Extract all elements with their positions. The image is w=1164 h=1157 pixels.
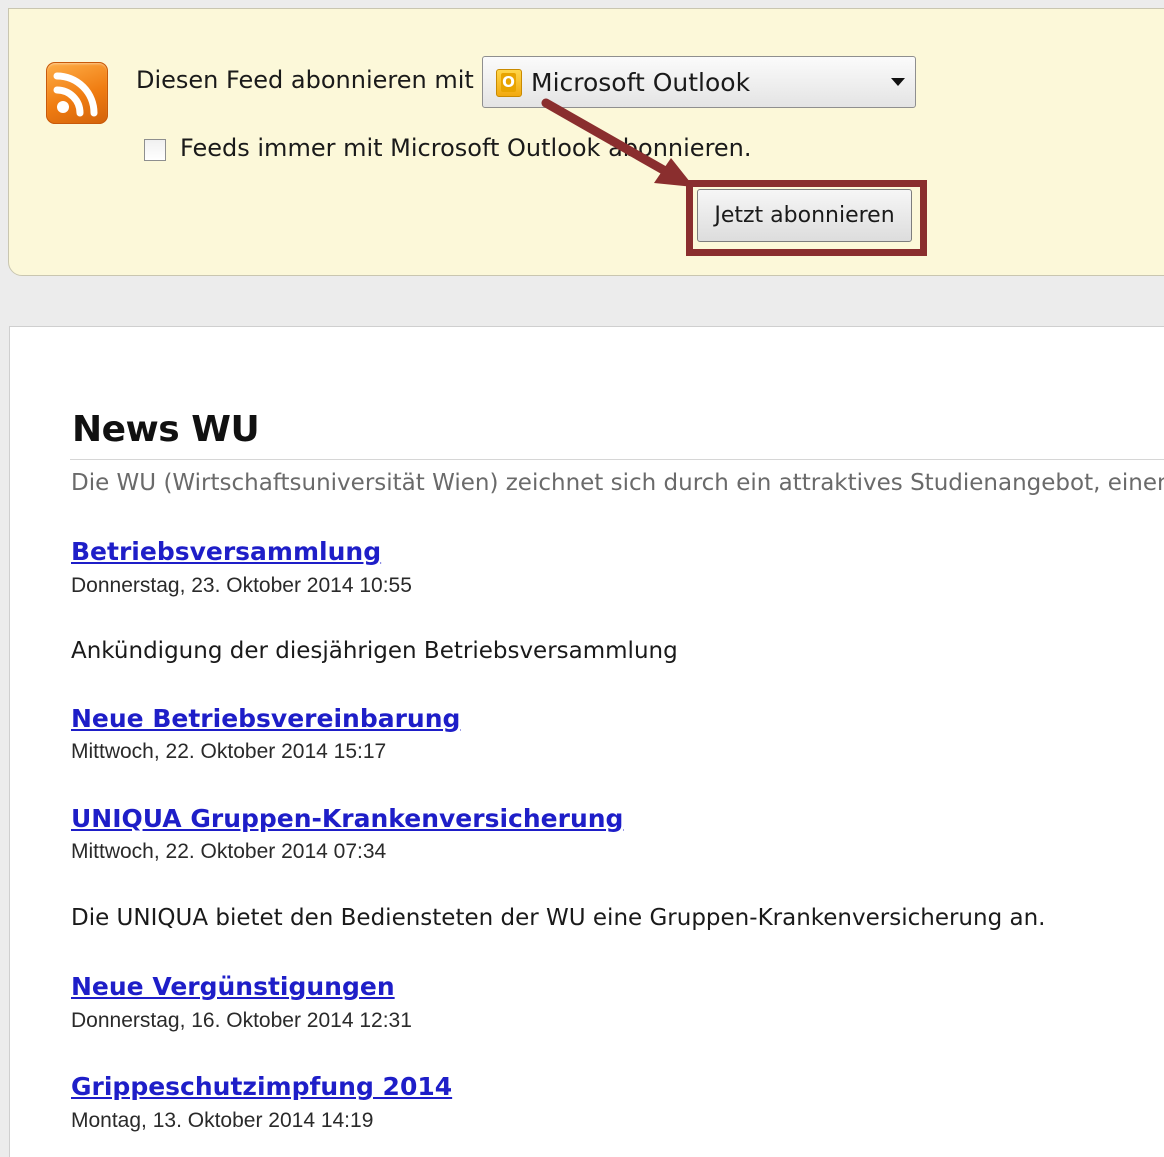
always-subscribe-checkbox[interactable]	[144, 139, 166, 161]
feed-content: News WU Die WU (Wirtschaftsuniversität W…	[9, 326, 1164, 1157]
feed-item-date: Montag, 13. Oktober 2014 14:19	[71, 1109, 374, 1132]
feed-item-date: Mittwoch, 22. Oktober 2014 07:34	[71, 840, 387, 863]
rss-icon	[46, 62, 108, 124]
feed-item-title[interactable]: UNIQUA Gruppen-Krankenversicherung	[71, 804, 623, 833]
feed-item-summary: Ankündigung der diesjährigen Betriebsver…	[71, 638, 678, 664]
divider	[70, 459, 1164, 460]
feed-item-title[interactable]: Grippeschutzimpfung 2014	[71, 1072, 452, 1101]
feed-item-title[interactable]: Betriebsversammlung	[71, 537, 381, 566]
feed-item-date: Donnerstag, 16. Oktober 2014 12:31	[71, 1009, 412, 1032]
feed-item-date: Donnerstag, 23. Oktober 2014 10:55	[71, 574, 412, 597]
annotation-highlight-box	[686, 180, 927, 256]
feed-item-summary: Die UNIQUA bietet den Bediensteten der W…	[71, 905, 1046, 931]
feed-item-title[interactable]: Neue Vergünstigungen	[71, 972, 395, 1001]
always-subscribe-label[interactable]: Feeds immer mit Microsoft Outlook abonni…	[180, 134, 752, 162]
feed-reader-select[interactable]: O Microsoft Outlook	[482, 56, 916, 108]
feed-reader-value: Microsoft Outlook	[531, 68, 751, 97]
feed-item-title[interactable]: Neue Betriebsvereinbarung	[71, 704, 460, 733]
feed-item-date: Mittwoch, 22. Oktober 2014 15:17	[71, 740, 387, 763]
chevron-down-icon	[891, 78, 905, 86]
outlook-icon: O	[496, 69, 522, 97]
subscribe-with-label: Diesen Feed abonnieren mit	[136, 66, 474, 94]
feed-description: Die WU (Wirtschaftsuniversität Wien) zei…	[71, 470, 1164, 496]
feed-title: News WU	[72, 409, 260, 450]
